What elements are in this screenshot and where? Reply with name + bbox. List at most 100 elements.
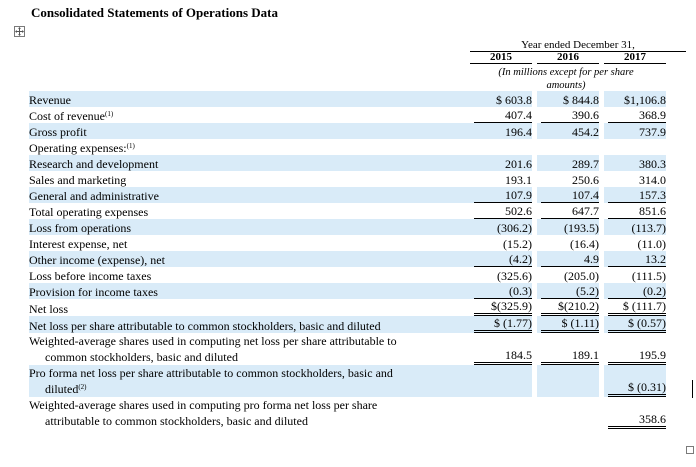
table-row: Net loss $(325.9) $(210.2) $ (111.7)	[29, 299, 666, 316]
value-cell: (0.2)	[604, 283, 666, 299]
year-header-2016: 2016	[557, 51, 579, 63]
table-row: Total operating expenses 502.6 647.7 851.6	[29, 203, 666, 219]
row-label-cell: Other income (expense), net	[29, 251, 470, 267]
value-text: (113.7)	[631, 221, 666, 235]
row-label: Cost of revenue	[29, 109, 105, 123]
value-cell: 201.6	[470, 155, 532, 171]
value-cell: 289.7	[537, 155, 599, 171]
value-cell	[470, 139, 532, 155]
table-resize-handle[interactable]	[686, 446, 694, 454]
row-label-cell: Pro forma net loss per share attributabl…	[29, 365, 470, 397]
value-text: (325.6)	[497, 269, 532, 283]
value-text: 157.3	[608, 188, 666, 203]
value-cell: $ (1.11)	[537, 316, 599, 333]
value-cell: (11.0)	[604, 235, 666, 251]
row-label-line2-wrap: common stockholders, basic and diluted	[29, 349, 470, 365]
value-cell	[470, 397, 532, 429]
table-row: Other income (expense), net (4.2) 4.9 13.2	[29, 251, 666, 267]
value-text: 358.6	[608, 412, 666, 429]
table-row: Revenue $ 603.8 $ 844.8 $1,106.8	[29, 91, 666, 107]
table-row: Gross profit 196.4 454.2 737.9	[29, 123, 666, 139]
value-cell: 184.5	[470, 333, 532, 365]
row-label-line2: common stockholders, basic and diluted	[45, 350, 238, 364]
value-cell	[470, 365, 532, 397]
row-label-cell: Total operating expenses	[29, 203, 470, 219]
row-label: Interest expense, net	[29, 237, 128, 251]
value-cell: 157.3	[604, 187, 666, 203]
row-label-line2-wrap: diluted(2)	[29, 381, 470, 397]
value-cell: $ 603.8	[470, 91, 532, 107]
value-cell: 737.9	[604, 123, 666, 139]
row-label-cell: Provision for income taxes	[29, 283, 470, 299]
value-text: $ (1.11)	[541, 316, 599, 333]
value-text: 368.9	[608, 108, 666, 123]
value-text: $(325.9)	[474, 299, 532, 316]
value-cell	[537, 397, 599, 429]
value-text: 407.4	[474, 108, 532, 123]
value-cell: 358.6	[604, 397, 666, 429]
row-label-cell: Research and development	[29, 155, 470, 171]
table-row: Cost of revenue(1) 407.4 390.6 368.9	[29, 107, 666, 123]
value-cell: $ (1.77)	[470, 316, 532, 333]
row-label-cell: Weighted-average shares used in computin…	[29, 397, 470, 429]
value-cell: 193.1	[470, 171, 532, 187]
value-text: $ 603.8	[496, 93, 532, 107]
table-row: Pro forma net loss per share attributabl…	[29, 365, 666, 397]
period-header: Year ended December 31,	[521, 39, 635, 51]
value-cell	[537, 365, 599, 397]
row-label: Loss before income taxes	[29, 269, 152, 283]
value-text: (0.3)	[474, 284, 532, 299]
row-label: Net loss	[29, 302, 68, 316]
value-text: (205.0)	[564, 269, 599, 283]
year-rule-2015	[470, 63, 532, 64]
value-cell: 390.6	[537, 107, 599, 123]
value-text: (111.5)	[631, 269, 666, 283]
table-move-handle-icon[interactable]	[14, 26, 25, 37]
value-text: 184.5	[474, 348, 532, 365]
year-rule-2017	[604, 63, 666, 64]
table-row: Loss from operations (306.2) (193.5) (113.7…	[29, 219, 666, 235]
row-label-cell: General and administrative	[29, 187, 470, 203]
value-text: $ (1.77)	[474, 316, 532, 333]
row-label-line1: Pro forma net loss per share attributabl…	[29, 366, 393, 380]
row-label-line1: Weighted-average shares used in computin…	[29, 398, 378, 412]
value-text: 107.4	[541, 188, 599, 203]
value-text: (16.4)	[570, 237, 599, 251]
table-row: Provision for income taxes (0.3) (5.2) (0.2…	[29, 283, 666, 299]
value-cell: $ (0.31)	[604, 365, 666, 397]
value-text: 201.6	[505, 157, 532, 171]
value-cell: 454.2	[537, 123, 599, 139]
row-label: Total operating expenses	[29, 205, 149, 219]
value-cell: 250.6	[537, 171, 599, 187]
row-label-cell: Loss from operations	[29, 219, 470, 235]
value-cell: 380.3	[604, 155, 666, 171]
value-cell: $(210.2)	[537, 299, 599, 316]
value-cell: (16.4)	[537, 235, 599, 251]
value-cell: 189.1	[537, 333, 599, 365]
table-row: Weighted-average shares used in computin…	[29, 333, 666, 365]
value-cell: 13.2	[604, 251, 666, 267]
row-label: Other income (expense), net	[29, 253, 165, 267]
year-rule-2016	[537, 63, 599, 64]
row-label-cell: Interest expense, net	[29, 235, 470, 251]
value-cell: 4.9	[537, 251, 599, 267]
value-text: 647.7	[541, 204, 599, 219]
value-text: (5.2)	[541, 284, 599, 299]
table-row: Loss before income taxes (325.6) (205.0) (1…	[29, 267, 666, 283]
value-cell: 107.4	[537, 187, 599, 203]
value-text: 195.9	[608, 348, 666, 365]
year-header-2015: 2015	[490, 51, 512, 63]
value-text: (15.2)	[503, 237, 532, 251]
value-text: 314.0	[639, 173, 666, 187]
value-text: 737.9	[639, 125, 666, 139]
value-text: $1,106.8	[624, 93, 666, 107]
row-label-cell: Sales and marketing	[29, 171, 470, 187]
value-cell	[604, 139, 666, 155]
value-text: 4.9	[541, 252, 599, 267]
units-note: (In millions except for per share amount…	[498, 67, 634, 91]
row-label: Research and development	[29, 157, 159, 171]
value-text: (306.2)	[497, 221, 532, 235]
text-cursor	[692, 380, 693, 398]
value-text: (4.2)	[474, 252, 532, 267]
table-row: Weighted-average shares used in computin…	[29, 397, 666, 429]
